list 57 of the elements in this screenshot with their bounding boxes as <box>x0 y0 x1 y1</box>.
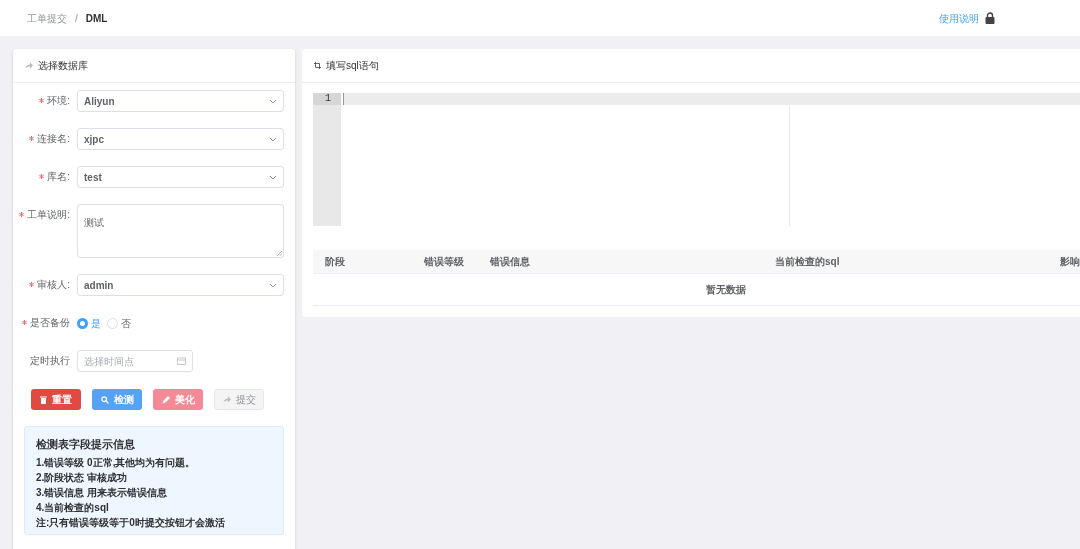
field-label: 审核人: <box>37 279 70 291</box>
field-label: 连接名: <box>37 133 70 145</box>
breadcrumb-item[interactable]: DML <box>85 10 108 26</box>
info-line: 4.当前检查的sql <box>36 500 110 515</box>
pencil-icon <box>161 395 170 404</box>
select-field[interactable]: admin <box>77 274 284 296</box>
column-header: 阶段 <box>324 255 346 269</box>
chevron-down-icon <box>269 98 277 104</box>
empty-table-text: 暂无数据 <box>706 283 746 297</box>
select-field[interactable]: Aliyun <box>77 90 284 112</box>
action-button[interactable]: 检测 <box>92 389 142 410</box>
select-field[interactable]: test <box>77 166 284 188</box>
panel-title: 填写sql语句 <box>326 59 379 73</box>
share-arrow-icon <box>222 396 231 403</box>
info-line: 3.错误信息 用来表示错误信息 <box>36 485 169 500</box>
select-value: admin <box>84 278 114 293</box>
search-icon <box>100 395 109 404</box>
select-value: test <box>84 170 102 185</box>
date-placeholder: 选择时间点 <box>84 354 134 369</box>
field-label: 环境: <box>47 95 70 107</box>
select-field[interactable]: xjpc <box>77 128 284 150</box>
panel-title: 选择数据库 <box>38 59 88 73</box>
share-arrow-icon <box>25 62 33 69</box>
action-button[interactable]: 美化 <box>153 389 203 410</box>
field-label: 是否备份 <box>30 317 70 329</box>
lock-icon <box>985 12 995 24</box>
textarea-field[interactable]: 测试 <box>77 204 284 258</box>
column-header: 当前检查的sql <box>775 255 841 269</box>
breadcrumb-item[interactable]: 工单提交 <box>27 10 67 26</box>
select-value: Aliyun <box>84 94 115 109</box>
chevron-down-icon <box>269 136 277 142</box>
line-number: 1 <box>313 93 341 105</box>
field-label: 定时执行 <box>30 355 70 367</box>
info-line: 1.错误等级 0正常,其他均为有问题。 <box>36 455 197 470</box>
info-line: 2.阶段状态 审核成功 <box>36 470 129 485</box>
breadcrumb-separator: / <box>75 11 78 26</box>
field-label: 工单说明: <box>27 209 70 221</box>
chevron-down-icon <box>269 282 277 288</box>
select-value: xjpc <box>84 132 104 147</box>
radio-option[interactable]: 否 <box>107 315 131 331</box>
column-header: 影响 <box>1060 255 1080 269</box>
calendar-icon <box>177 357 186 365</box>
help-link[interactable]: 使用说明 <box>939 10 979 26</box>
info-title: 检测表字段提示信息 <box>36 437 136 452</box>
info-line: 注:只有错误等级等于0时提交按钮才会激活 <box>36 515 226 530</box>
column-header: 错误等级 <box>424 255 465 269</box>
crop-icon <box>314 62 321 69</box>
action-button[interactable]: 重置 <box>31 389 81 410</box>
current-line-highlight[interactable] <box>343 93 1080 105</box>
column-header: 错误信息 <box>490 255 531 269</box>
field-label: 库名: <box>47 171 70 183</box>
trash-icon <box>40 395 47 404</box>
resize-handle-icon[interactable] <box>276 250 282 256</box>
radio-option[interactable]: 是 <box>77 315 101 331</box>
date-picker-field[interactable]: 选择时间点 <box>77 350 193 372</box>
textarea-value: 测试 <box>84 217 104 228</box>
chevron-down-icon <box>269 174 277 180</box>
